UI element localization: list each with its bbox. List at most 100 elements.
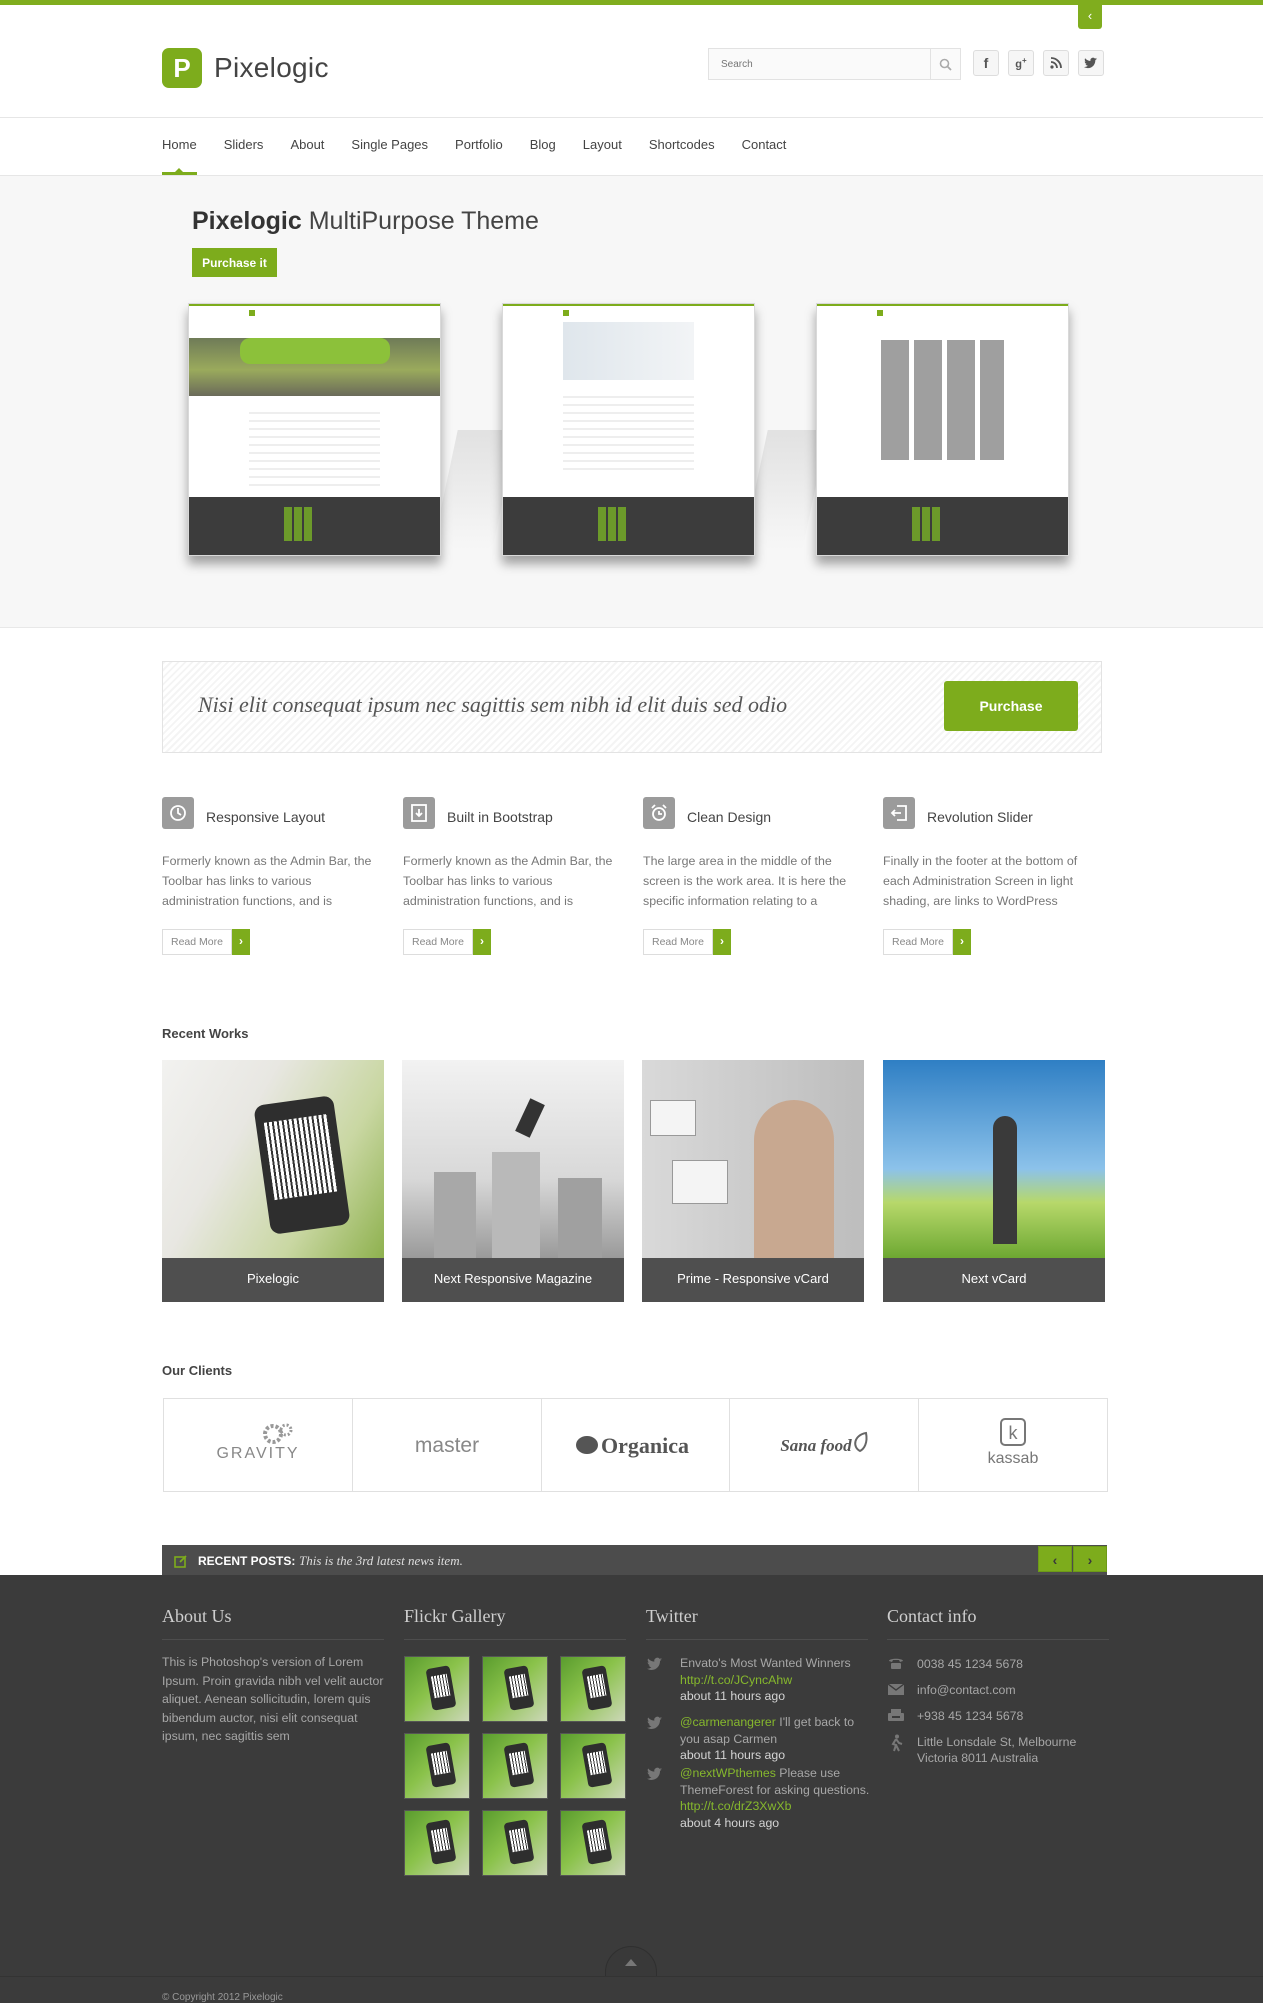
svg-text:GRAVITY: GRAVITY (216, 1445, 299, 1462)
tweet-mention[interactable]: @nextWPthemes (680, 1766, 776, 1780)
logo-mark: P (162, 48, 202, 88)
search-icon (939, 58, 952, 71)
work-thumbnail (162, 1060, 384, 1258)
flickr-grid (404, 1656, 628, 1876)
work-caption: Prime - Responsive vCard (642, 1258, 864, 1302)
promo-text: Nisi elit consequat ipsum nec sagittis s… (198, 692, 788, 717)
nav-item-single-pages[interactable]: Single Pages (351, 118, 428, 175)
flickr-thumbnail[interactable] (560, 1810, 626, 1876)
flickr-thumbnail[interactable] (482, 1656, 548, 1722)
rss-button[interactable] (1043, 50, 1069, 76)
footer-flickr: Flickr Gallery (404, 1606, 626, 1640)
work-thumbnail (642, 1060, 864, 1258)
read-more-button[interactable]: Read More › (883, 929, 971, 955)
footer-twitter: Twitter (646, 1606, 868, 1640)
google-plus-button[interactable]: g+ (1008, 50, 1034, 76)
recent-next-button[interactable]: › (1073, 1546, 1107, 1572)
main-nav: Home Sliders About Single Pages Portfoli… (162, 118, 813, 175)
recent-prev-button[interactable]: ‹ (1038, 1546, 1072, 1572)
work-caption: Next vCard (883, 1258, 1105, 1302)
walking-person-icon (891, 1734, 903, 1752)
edit-icon (174, 1555, 187, 1568)
contact-phone: 0038 45 1234 5678 (887, 1656, 1117, 1672)
flickr-thumbnail[interactable] (404, 1733, 470, 1799)
nav-item-layout[interactable]: Layout (583, 118, 622, 175)
twitter-button[interactable] (1078, 50, 1104, 76)
purchase-it-button[interactable]: Purchase it (192, 248, 277, 277)
tweet-link[interactable]: http://t.co/drZ3XwXb (680, 1799, 791, 1813)
read-more-button[interactable]: Read More › (162, 929, 250, 955)
work-item[interactable]: Prime - Responsive vCard (642, 1060, 864, 1302)
work-caption: Next Responsive Magazine (402, 1258, 624, 1302)
hero-screenshot-1[interactable] (188, 303, 441, 556)
tweet-mention[interactable]: @carmenangerer (680, 1715, 776, 1729)
recent-posts-text[interactable]: This is the 3rd latest news item. (299, 1553, 463, 1569)
logo[interactable]: P Pixelogic (162, 48, 329, 88)
chevron-right-icon: › (1087, 1552, 1093, 1568)
svg-text:Sana food: Sana food (781, 1436, 853, 1455)
flickr-thumbnail[interactable] (560, 1733, 626, 1799)
client-logo-gravity[interactable]: GRAVITY (164, 1399, 353, 1491)
hero-screenshot-2[interactable] (502, 303, 755, 556)
exit-icon (883, 797, 915, 829)
mail-icon (887, 1683, 905, 1695)
contact-address: Little Lonsdale St, Melbourne Victoria 8… (887, 1734, 1117, 1766)
site-name: Pixelogic (214, 52, 329, 83)
contact-email: info@contact.com (887, 1682, 1117, 1698)
flickr-thumbnail[interactable] (482, 1733, 548, 1799)
client-logo-sana[interactable]: Sana food (730, 1399, 920, 1491)
flickr-thumbnail[interactable] (404, 1656, 470, 1722)
corner-toggle-tab[interactable]: ‹ (1078, 5, 1102, 29)
work-item[interactable]: Next Responsive Magazine (402, 1060, 624, 1302)
twitter-bird-icon (646, 1716, 662, 1729)
flickr-thumbnail[interactable] (404, 1810, 470, 1876)
purchase-button[interactable]: Purchase (944, 681, 1078, 731)
feature-title: Revolution Slider (927, 809, 1033, 825)
chevron-right-icon: › (472, 929, 491, 955)
nav-item-about[interactable]: About (290, 118, 324, 175)
nav-item-portfolio[interactable]: Portfolio (455, 118, 503, 175)
facebook-button[interactable]: f (973, 50, 999, 76)
work-item[interactable]: Next vCard (883, 1060, 1105, 1302)
clock-icon (162, 797, 194, 829)
work-item[interactable]: Pixelogic (162, 1060, 384, 1302)
search-button[interactable] (930, 49, 960, 79)
rss-icon (1050, 57, 1062, 69)
copyright-text: © Copyright 2012 Pixelogic (162, 1992, 283, 2003)
our-clients-title: Our Clients (162, 1363, 233, 1378)
client-logo-master[interactable]: master (353, 1399, 542, 1491)
read-more-button[interactable]: Read More › (403, 929, 491, 955)
download-icon (403, 797, 435, 829)
hero-title: Pixelogic MultiPurpose Theme (192, 207, 539, 236)
nav-item-sliders[interactable]: Sliders (224, 118, 264, 175)
phone-icon (889, 1658, 903, 1669)
svg-text:kassab: kassab (988, 1450, 1039, 1467)
chevron-right-icon: › (231, 929, 250, 955)
client-logo-organica[interactable]: Organica (542, 1399, 731, 1491)
google-plus-icon: g+ (1015, 55, 1027, 71)
chevron-right-icon: › (712, 929, 731, 955)
facebook-icon: f (983, 55, 989, 71)
contact-fax: +938 45 1234 5678 (887, 1708, 1117, 1724)
flickr-thumbnail[interactable] (482, 1810, 548, 1876)
svg-text:k: k (1009, 1423, 1019, 1443)
hero-title-bold: Pixelogic (192, 207, 302, 235)
flickr-thumbnail[interactable] (560, 1656, 626, 1722)
recent-posts-bar: RECENT POSTS: This is the 3rd latest new… (162, 1545, 1107, 1575)
search-box (708, 48, 961, 80)
copyright-divider (0, 1976, 1263, 1977)
footer-about-text: This is Photoshop's version of Lorem Ips… (162, 1655, 384, 1743)
nav-item-contact[interactable]: Contact (742, 118, 787, 175)
nav-item-home[interactable]: Home (162, 118, 197, 175)
hero-screenshot-3[interactable] (816, 303, 1069, 556)
nav-item-blog[interactable]: Blog (530, 118, 556, 175)
read-more-button[interactable]: Read More › (643, 929, 731, 955)
tweet: Envato's Most Wanted Winners http://t.co… (646, 1655, 870, 1705)
alarm-icon (643, 797, 675, 829)
search-input[interactable] (709, 49, 929, 79)
tweet-link[interactable]: http://t.co/JCyncAhw (680, 1673, 792, 1687)
client-logo-kassab[interactable]: k kassab (919, 1399, 1107, 1491)
tweet: @carmenangerer I'll get back to you asap… (646, 1714, 870, 1764)
arrow-up-icon (625, 1958, 637, 1966)
nav-item-shortcodes[interactable]: Shortcodes (649, 118, 715, 175)
